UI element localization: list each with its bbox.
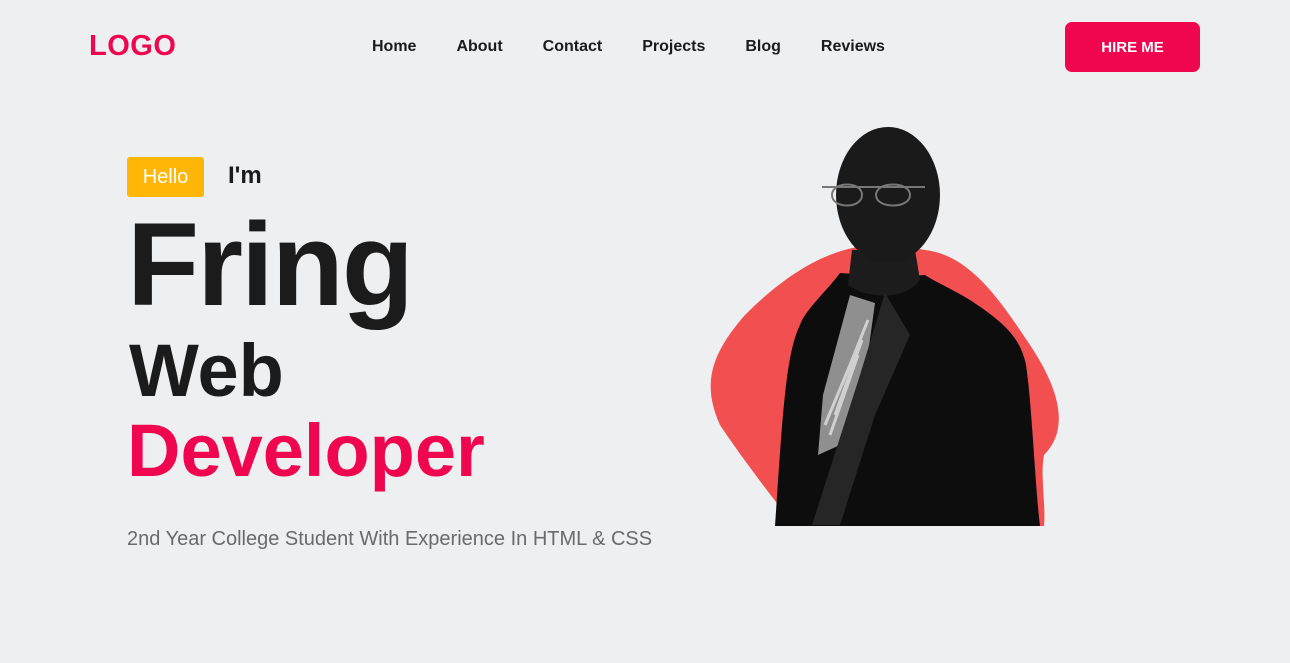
nav-item-about[interactable]: About: [456, 38, 502, 56]
nav-item-blog[interactable]: Blog: [745, 38, 781, 56]
hero-role-line2: Developer: [127, 409, 485, 492]
hire-me-button[interactable]: HIRE ME: [1065, 22, 1200, 72]
intro-text: I'm: [228, 162, 262, 189]
nav-item-projects[interactable]: Projects: [642, 38, 705, 56]
nav-item-contact[interactable]: Contact: [543, 38, 603, 56]
hero-name: Fring: [127, 199, 414, 331]
nav-item-reviews[interactable]: Reviews: [821, 38, 885, 56]
hello-badge: Hello: [127, 157, 204, 197]
hero-portrait: [710, 127, 1059, 526]
nav-item-home[interactable]: Home: [372, 38, 416, 56]
site-logo[interactable]: LOGO: [89, 30, 176, 63]
hero-tagline: 2nd Year College Student With Experience…: [127, 528, 653, 550]
hero-role-line1: Web: [129, 329, 284, 412]
main-nav: Home About Contact Projects Blog Reviews: [372, 38, 885, 56]
page: LOGO Home About Contact Projects Blog Re…: [0, 0, 1290, 663]
person-head-shape: [836, 127, 940, 263]
